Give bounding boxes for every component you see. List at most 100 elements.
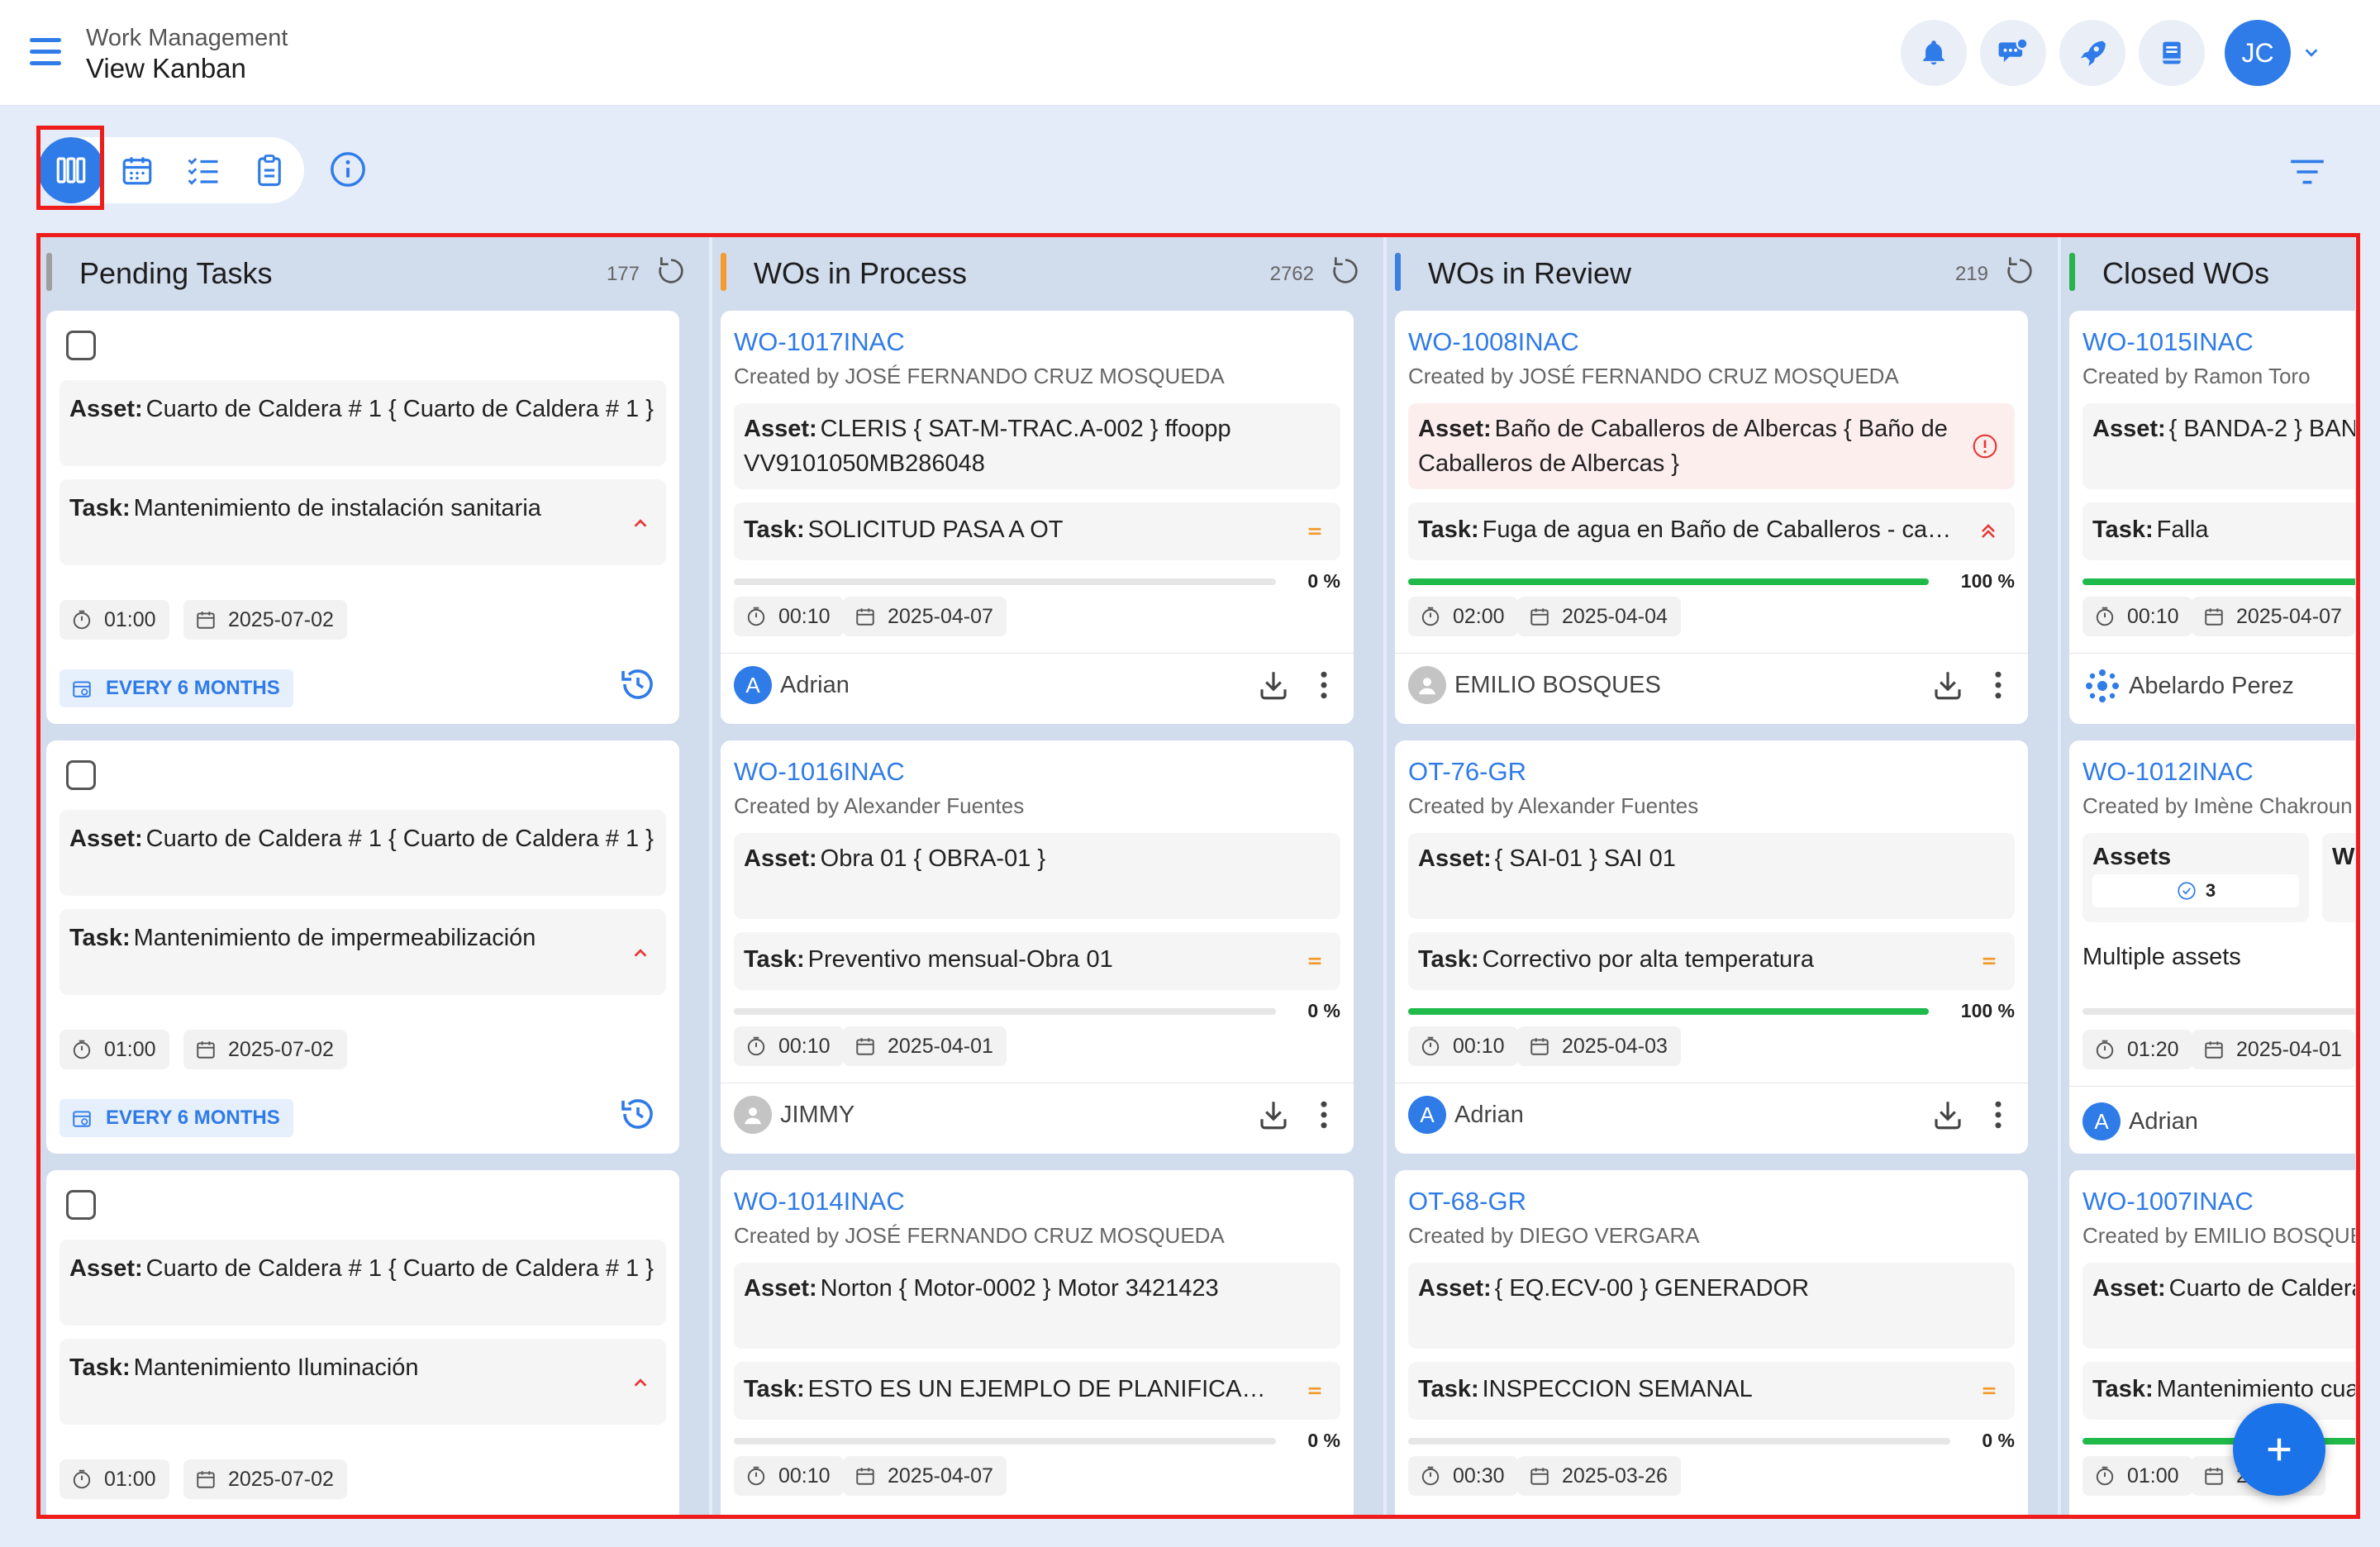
calendar-small-icon (2205, 1468, 2223, 1485)
work-order-id[interactable]: WO-1017INAC (734, 327, 905, 357)
assignee: JIMMY (734, 1096, 854, 1134)
chevron-down-icon[interactable] (2302, 44, 2320, 62)
chat-icon[interactable] (1980, 20, 2046, 86)
breadcrumb: Work Management (86, 25, 288, 51)
time-chip: 02:00 (1408, 597, 1518, 636)
menu-icon[interactable] (30, 38, 61, 66)
created-by: Created by Alexander Fuentes (1408, 793, 1699, 818)
time-chip: 00:10 (1408, 1026, 1518, 1066)
work-order-id[interactable]: OT-76-GR (1408, 757, 1526, 787)
refresh-icon[interactable] (2003, 255, 2036, 288)
alert-icon (1973, 434, 1997, 459)
progress-bar (2082, 1008, 2355, 1015)
date-chip: 2025-04-07 (843, 1456, 1007, 1496)
calendar-small-icon (1530, 1468, 1549, 1485)
date-chip: 2025-04-03 (1517, 1026, 1681, 1066)
timer-icon (2096, 1040, 2114, 1059)
avatar: A (1408, 1096, 1446, 1134)
work-order-id[interactable]: WO-1007INAC (2082, 1187, 2254, 1216)
kebab-icon[interactable] (1993, 671, 2003, 699)
rocket-icon[interactable] (2059, 20, 2125, 86)
column-wos-in-process: WOs in Process 2762 WO-1017INAC Created … (712, 235, 1383, 1516)
work-order-card[interactable]: WO-1014INAC Created by JOSÉ FERNANDO CRU… (721, 1170, 1354, 1516)
frequency-badge: EVERY 6 MONTHS (60, 1099, 293, 1137)
work-order-id[interactable]: OT-68-GR (1408, 1187, 1526, 1216)
book-icon[interactable] (2139, 20, 2205, 86)
timer-icon (1421, 607, 1440, 626)
created-by: Created by JOSÉ FERNANDO CRUZ MOSQUEDA (734, 364, 1225, 388)
task-checkbox[interactable] (66, 331, 96, 360)
task-checkbox[interactable] (66, 1190, 96, 1220)
priority-high-icon (634, 519, 647, 527)
work-order-id[interactable]: WO-1016INAC (734, 757, 905, 787)
progress-bar (734, 1008, 1276, 1015)
filter-icon[interactable] (2289, 157, 2325, 191)
task-card[interactable]: Asset: Cuarto de Caldera # 1 { Cuarto de … (46, 1170, 679, 1516)
calendar-repeat-icon (73, 681, 91, 697)
timer-icon (1421, 1466, 1440, 1486)
calendar-small-icon (856, 1468, 874, 1485)
work-order-card[interactable]: OT-68-GR Created by DIEGO VERGARA Asset:… (1395, 1170, 2028, 1516)
work-order-id[interactable]: WO-1015INAC (2082, 327, 2254, 357)
highlight-box-active-view (36, 126, 104, 210)
date-chip: 2025-04-04 (1517, 597, 1681, 636)
priority-high-icon (634, 1378, 647, 1387)
refresh-icon[interactable] (654, 255, 688, 288)
work-order-card[interactable]: OT-76-GR Created by Alexander Fuentes As… (1395, 740, 2028, 1154)
tasks-view-button[interactable] (236, 137, 302, 203)
task-text: Task: Fuga de agua en Baño de Caballeros … (1418, 516, 1963, 543)
add-work-order-button[interactable] (2233, 1403, 2325, 1496)
date-chip: 2025-04-01 (2192, 1030, 2355, 1069)
avatar (734, 1096, 772, 1134)
timer-icon (747, 1466, 765, 1486)
refresh-icon[interactable] (1329, 255, 1362, 288)
task-checkbox[interactable] (66, 760, 96, 790)
info-icon[interactable] (329, 150, 367, 193)
column-title: WOs in Review (1428, 256, 1632, 290)
asset-text: Asset: Baño de Caballeros de Albercas { B… (1418, 416, 1948, 477)
work-order-card[interactable]: WO-1015INAC Created by Ramon Toro Asset:… (2069, 311, 2355, 724)
calendar-small-icon (856, 1038, 874, 1055)
assignee: A Adrian (1408, 1096, 1524, 1134)
time-chip: 01:20 (2082, 1030, 2192, 1069)
task-card[interactable]: Asset: Cuarto de Caldera # 1 { Cuarto de … (46, 311, 679, 724)
bell-icon[interactable] (1901, 20, 1967, 86)
calendar-small-icon (2205, 608, 2223, 626)
timer-icon (1421, 1036, 1440, 1056)
time-chip: 01:00 (2082, 1456, 2192, 1496)
clipboard-icon (258, 155, 281, 187)
work-order-card[interactable]: WO-1012INAC Created by Imène Chakroun As… (2069, 740, 2355, 1154)
kebab-icon[interactable] (1319, 671, 1329, 699)
date-chip: 2025-03-26 (1517, 1456, 1681, 1496)
download-icon[interactable] (1256, 1097, 1291, 1132)
work-order-id[interactable]: WO-1012INAC (2082, 757, 2254, 787)
time-chip: 00:10 (734, 1026, 844, 1066)
history-icon[interactable] (618, 1094, 658, 1134)
assignee: EMILIO BOSQUES (1408, 666, 1661, 704)
work-order-id[interactable]: WO-1014INAC (734, 1187, 905, 1216)
list-view-button[interactable] (170, 137, 236, 203)
avatar: A (734, 666, 772, 704)
user-avatar[interactable]: JC (2225, 20, 2291, 86)
column-wos-in-review: WOs in Review 219 WO-1008INAC Created by… (1387, 235, 2058, 1516)
calendar-small-icon (197, 612, 215, 629)
frequency-badge: EVERY 6 MONTHS (60, 669, 293, 707)
kebab-icon[interactable] (1993, 1101, 2003, 1129)
download-icon[interactable] (1930, 668, 1965, 702)
work-order-card[interactable]: WO-1008INAC Created by JOSÉ FERNANDO CRU… (1395, 311, 2028, 724)
work-order-card[interactable]: WO-1016INAC Created by Alexander Fuentes… (721, 740, 1354, 1154)
kebab-icon[interactable] (1319, 1101, 1329, 1129)
calendar-small-icon (1530, 1038, 1549, 1055)
date-chip: 2025-04-01 (843, 1026, 1007, 1066)
download-icon[interactable] (1256, 668, 1291, 702)
priority-medium-icon (1308, 527, 1321, 536)
work-order-id[interactable]: WO-1008INAC (1408, 327, 1579, 357)
calendar-view-button[interactable] (104, 137, 170, 203)
work-order-card[interactable]: WO-1017INAC Created by JOSÉ FERNANDO CRU… (721, 311, 1354, 724)
history-icon[interactable] (618, 664, 658, 704)
time-chip: 01:00 (60, 600, 169, 640)
task-card[interactable]: Asset: Cuarto de Caldera # 1 { Cuarto de … (46, 740, 679, 1154)
timer-icon (73, 1469, 91, 1489)
created-by: Created by Alexander Fuentes (734, 793, 1025, 818)
download-icon[interactable] (1930, 1097, 1965, 1132)
